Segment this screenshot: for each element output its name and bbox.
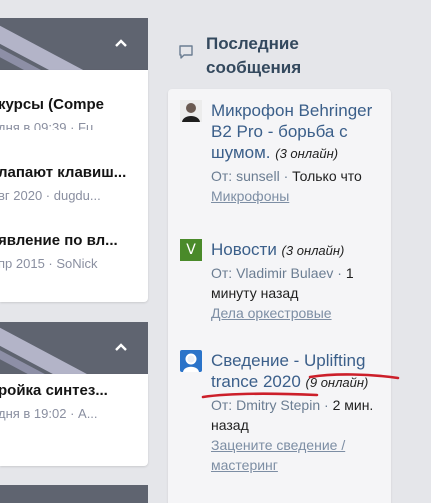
- forum-node[interactable]: лапают клавиш... вг 2020 · dugdu...: [0, 156, 148, 204]
- category-header-1[interactable]: [0, 18, 148, 70]
- from-label: От:: [211, 168, 233, 184]
- online-count: (3 онлайн): [281, 243, 345, 258]
- sidebar-title: Последние сообщения: [206, 34, 302, 77]
- forum-node[interactable]: курсы (Compe дня в 09:39 · Fu...: [0, 82, 148, 130]
- node-title[interactable]: явление по вл...: [0, 232, 118, 249]
- node-latest-meta: дня в 09:39 · Fu...: [0, 120, 105, 130]
- collapse-icon[interactable]: [114, 337, 128, 355]
- avatar[interactable]: [180, 100, 202, 122]
- latest-post-item: Микрофон Behringer B2 Pro - борьба с шум…: [180, 100, 385, 222]
- author-link[interactable]: Dmitry Stepin: [236, 397, 320, 413]
- forum-link[interactable]: Дела оркестровые: [211, 303, 395, 323]
- node-title[interactable]: лапают клавиш...: [0, 164, 126, 181]
- post-time: Только что: [292, 168, 362, 184]
- latest-post-item: V Новости (3 онлайн) От: Vladimir Bulaev…: [180, 239, 385, 334]
- node-title[interactable]: курсы (Compe: [0, 96, 104, 113]
- separator: ·: [337, 265, 342, 281]
- thread-link[interactable]: Новости: [211, 240, 277, 259]
- avatar[interactable]: V: [180, 239, 202, 261]
- online-count: (9 онлайн): [305, 375, 369, 390]
- forum-link[interactable]: Зацените сведение / мастеринг: [211, 435, 395, 475]
- online-count: (3 онлайн): [275, 146, 339, 161]
- node-latest-meta: вг 2020 · dugdu...: [0, 188, 101, 203]
- from-label: От:: [211, 265, 233, 281]
- separator: ·: [283, 168, 289, 184]
- node-latest-meta: дня в 19:02 · А...: [0, 406, 98, 421]
- author-link[interactable]: Vladimir Bulaev: [236, 265, 333, 281]
- category-header-2[interactable]: [0, 322, 148, 374]
- comment-icon: [178, 44, 194, 60]
- node-latest-meta: пр 2015 · SoNick: [0, 256, 98, 271]
- forum-node[interactable]: явление по вл... пр 2015 · SoNick: [0, 224, 148, 272]
- node-title[interactable]: ройка синтез...: [0, 382, 108, 399]
- avatar[interactable]: [180, 350, 202, 372]
- forum-link[interactable]: Микрофоны: [211, 186, 395, 206]
- collapse-icon[interactable]: [114, 33, 128, 51]
- forum-list-panel-2: ройка синтез... дня в 19:02 · А...: [0, 374, 148, 466]
- latest-post-item: Сведение - Uplifting trance 2020 (9 онла…: [180, 350, 385, 500]
- latest-posts-panel: Микрофон Behringer B2 Pro - борьба с шум…: [168, 89, 391, 503]
- avatar-letter: V: [186, 242, 196, 258]
- forum-list-panel-1: курсы (Compe дня в 09:39 · Fu... лапают …: [0, 70, 148, 302]
- forum-node[interactable]: ройка синтез... дня в 19:02 · А...: [0, 374, 148, 422]
- separator: ·: [324, 397, 329, 413]
- category-header-3[interactable]: [0, 485, 148, 503]
- author-link[interactable]: sunsell: [236, 168, 280, 184]
- from-label: От:: [211, 397, 233, 413]
